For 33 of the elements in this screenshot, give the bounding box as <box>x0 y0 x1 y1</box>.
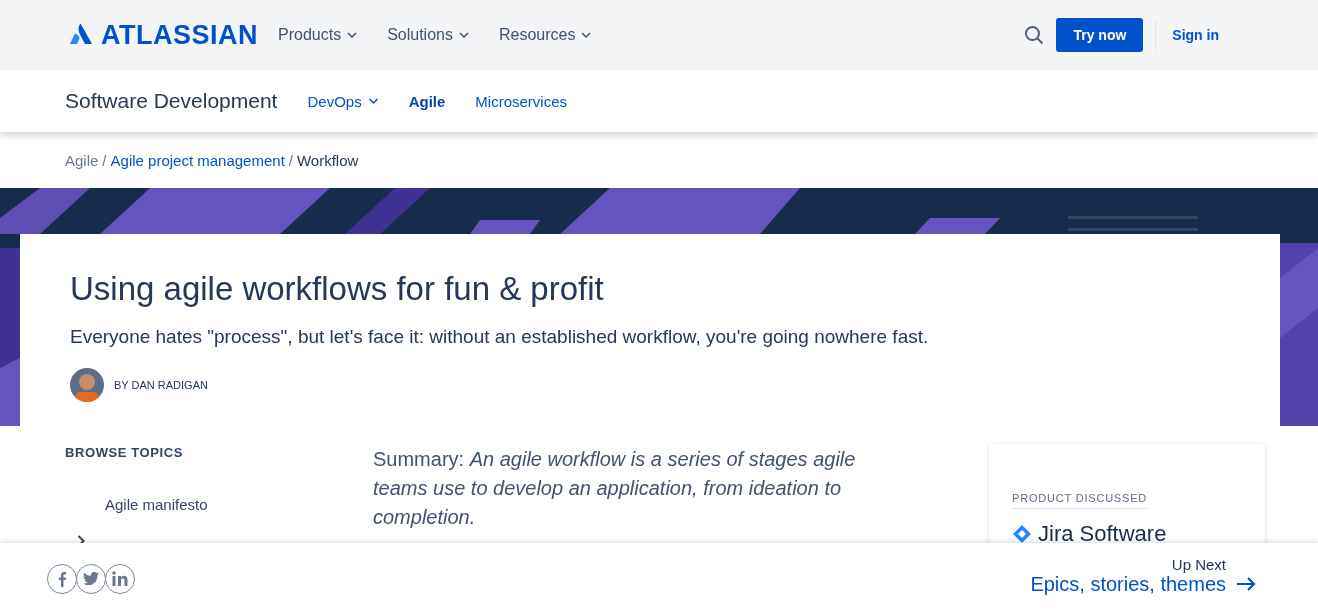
article-subtitle: Everyone hates "process", but let's face it: without an established workflow, you're going nowhere fast. <box>70 326 930 348</box>
nav-menu-item[interactable]: Resources <box>494 22 596 48</box>
summary-paragraph: Summary: An agile workflow is a series of stages agile teams use to develop an application, from ideation to completion. <box>373 447 857 530</box>
sign-in-link[interactable]: Sign in <box>1168 23 1223 47</box>
facebook-share-icon[interactable] <box>47 563 77 594</box>
section-title: Software Development <box>65 89 278 113</box>
sidebar-topic-link[interactable]: Agile manifesto <box>65 496 373 513</box>
breadcrumb-current: Workflow <box>296 151 359 169</box>
nav-menu-item[interactable]: Products <box>274 22 362 48</box>
up-next-label: Up Next <box>1171 555 1226 573</box>
section-nav-tab[interactable]: DevOps <box>307 92 379 110</box>
try-now-button[interactable]: Try now <box>1056 18 1144 52</box>
author-byline: BY DAN RADIGAN <box>114 379 208 391</box>
product-logo-icon[interactable] <box>1012 524 1032 544</box>
product-card-heading: PRODUCT DISCUSSED <box>1012 492 1148 509</box>
breadcrumb-separator: / <box>288 151 293 169</box>
up-next-link[interactable]: Epics, stories, themes <box>1030 572 1256 596</box>
product-name[interactable]: Jira Software <box>1038 521 1167 547</box>
section-nav-tab[interactable]: Microservices <box>475 92 567 110</box>
article-title: Using agile workflows for fun & profit <box>70 270 604 308</box>
logo-icon[interactable] <box>69 23 93 47</box>
breadcrumb-link[interactable]: Agile <box>65 151 99 169</box>
search-icon[interactable] <box>1024 25 1045 45</box>
twitter-share-icon[interactable] <box>76 563 106 594</box>
sidebar-heading: BROWSE TOPICS <box>65 445 185 460</box>
author-avatar <box>70 368 104 402</box>
breadcrumb-link[interactable]: Agile project management <box>110 151 285 169</box>
nav-menu-item[interactable]: Solutions <box>383 22 473 48</box>
section-nav-tab[interactable]: Agile <box>408 92 446 110</box>
logo-wordmark[interactable]: ATLASSIAN <box>101 19 258 51</box>
arrow-right-icon <box>1236 577 1256 591</box>
breadcrumb-separator: / <box>102 151 107 169</box>
linkedin-share-icon[interactable] <box>105 563 135 594</box>
